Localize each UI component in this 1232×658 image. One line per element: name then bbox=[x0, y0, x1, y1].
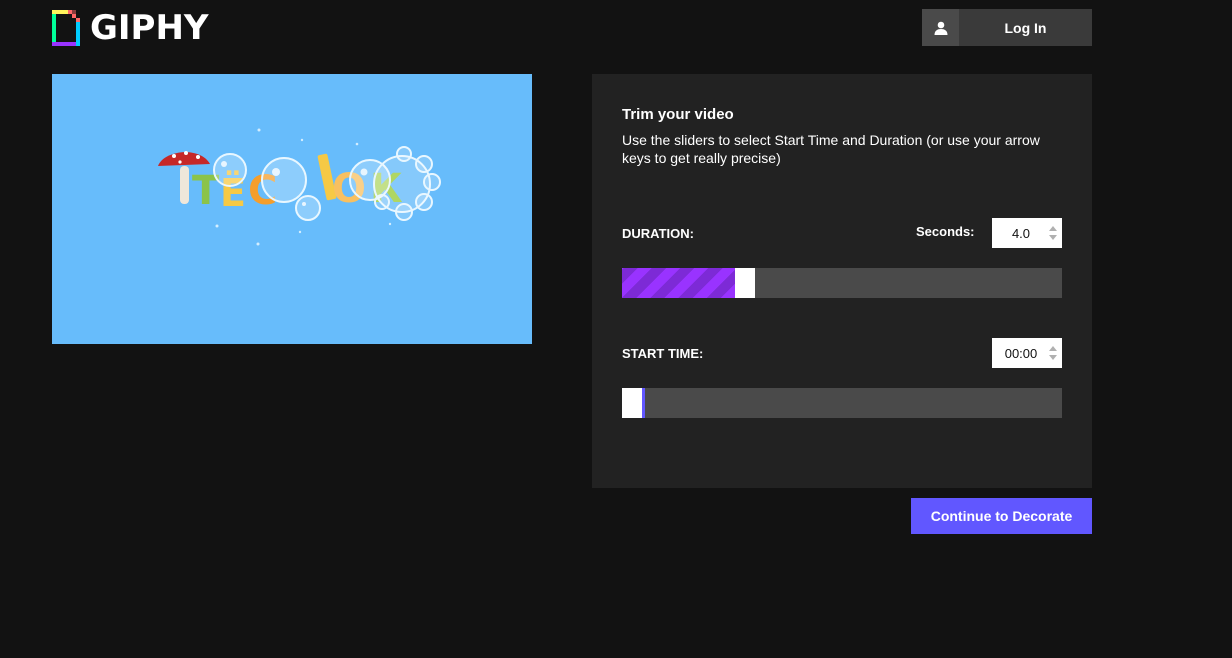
preview-artwork: Т Ё С О К bbox=[158, 128, 441, 246]
duration-spinner-arrows bbox=[1044, 218, 1062, 248]
trim-description: Use the sliders to select Start Time and… bbox=[622, 132, 1040, 166]
giphy-logo[interactable]: GIPHY bbox=[52, 10, 209, 46]
decrement-arrow-icon[interactable] bbox=[1049, 355, 1057, 360]
login-button[interactable]: Log In bbox=[922, 9, 1092, 46]
start-time-label: START TIME: bbox=[622, 346, 704, 361]
increment-arrow-icon[interactable] bbox=[1049, 226, 1057, 231]
login-label: Log In bbox=[1004, 19, 1047, 36]
duration-label: DURATION: bbox=[622, 226, 694, 241]
start-time-slider-handle[interactable] bbox=[622, 388, 642, 418]
start-time-input[interactable]: 00:00 bbox=[992, 338, 1062, 368]
increment-arrow-icon[interactable] bbox=[1049, 346, 1057, 351]
start-time-slider[interactable] bbox=[622, 388, 1062, 418]
duration-slider-fill bbox=[622, 268, 735, 298]
video-preview: Т Ё С О К bbox=[52, 74, 532, 344]
duration-seconds-value: 4.0 bbox=[1011, 225, 1031, 241]
continue-to-decorate-button[interactable]: Continue to Decorate bbox=[911, 498, 1092, 534]
logo-text: GIPHY bbox=[90, 8, 209, 48]
duration-slider[interactable] bbox=[622, 268, 1062, 298]
trim-panel: Trim your video Use the sliders to selec… bbox=[592, 74, 1092, 488]
seconds-label: Seconds: bbox=[916, 224, 975, 239]
duration-seconds-input[interactable]: 4.0 bbox=[992, 218, 1062, 248]
trim-title: Trim your video bbox=[622, 106, 734, 123]
decrement-arrow-icon[interactable] bbox=[1049, 235, 1057, 240]
duration-slider-handle[interactable] bbox=[735, 268, 755, 298]
giphy-logo-icon bbox=[52, 10, 80, 46]
user-icon bbox=[922, 9, 959, 46]
start-time-value: 00:00 bbox=[1004, 345, 1038, 361]
start-time-spinner-arrows bbox=[1044, 338, 1062, 368]
